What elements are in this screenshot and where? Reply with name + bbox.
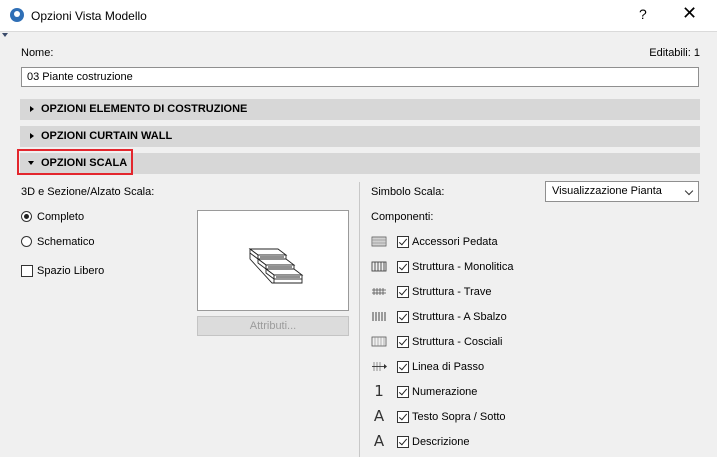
- component-label: Accessori Pedata: [412, 236, 498, 248]
- stair-symbol-label: Simbolo Scala:: [371, 186, 445, 198]
- component-row: Struttura - Monolitica: [371, 260, 701, 274]
- collapse-arrow-icon: [2, 33, 8, 37]
- checkbox[interactable]: [397, 436, 409, 448]
- checkbox[interactable]: [397, 336, 409, 348]
- radio-button[interactable]: [21, 236, 32, 247]
- editable-count: Editabili: 1: [649, 47, 700, 59]
- name-input[interactable]: 03 Piante costruzione: [21, 67, 699, 87]
- chevron-down-icon: [684, 186, 694, 196]
- column-divider: [359, 182, 360, 457]
- close-button[interactable]: ✕: [682, 3, 697, 24]
- radio-completo[interactable]: Completo: [21, 211, 91, 225]
- component-row: Linea di Passo: [371, 360, 701, 374]
- monolithic-structure-icon: [371, 261, 387, 272]
- component-row: Struttura - Trave: [371, 285, 701, 299]
- components-label: Componenti:: [371, 211, 434, 223]
- checkbox[interactable]: [397, 361, 409, 373]
- up-down-text-icon: A: [373, 407, 385, 425]
- stringer-structure-icon: [371, 336, 387, 347]
- expand-arrow-icon: [30, 133, 34, 139]
- section-curtain-wall-options[interactable]: OPZIONI CURTAIN WALL: [20, 126, 700, 147]
- component-label: Struttura - Cosciali: [412, 336, 503, 348]
- stair-preview-icon: [248, 248, 304, 284]
- stair-view-label: 3D e Sezione/Alzato Scala:: [21, 186, 155, 198]
- free-space-checkbox[interactable]: Spazio Libero: [21, 265, 111, 279]
- component-label: Descrizione: [412, 436, 470, 448]
- dropdown-value: Visualizzazione Pianta: [552, 185, 662, 197]
- walking-line-icon: [372, 362, 387, 371]
- component-label: Numerazione: [412, 386, 478, 398]
- numbering-icon: 1: [374, 382, 384, 400]
- section-label: OPZIONI ELEMENTO DI COSTRUZIONE: [41, 103, 248, 115]
- attributes-button[interactable]: Attributi...: [197, 316, 349, 336]
- radio-label: Completo: [37, 211, 85, 223]
- stair-symbol-dropdown[interactable]: Visualizzazione Pianta: [545, 181, 699, 202]
- name-label: Nome:: [21, 47, 54, 59]
- checkbox[interactable]: [397, 386, 409, 398]
- checkbox[interactable]: [397, 411, 409, 423]
- beam-structure-icon: [372, 288, 386, 295]
- component-row: 1 Numerazione: [371, 382, 701, 400]
- component-label: Struttura - Trave: [412, 286, 492, 298]
- checkbox[interactable]: [397, 261, 409, 273]
- checkbox-label: Spazio Libero: [37, 265, 105, 277]
- component-row: Accessori Pedata: [371, 235, 701, 249]
- description-icon: A: [373, 432, 385, 450]
- radio-schematico[interactable]: Schematico: [21, 236, 101, 250]
- tread-accessories-icon: [371, 236, 387, 247]
- checkbox[interactable]: [397, 311, 409, 323]
- checkbox[interactable]: [397, 236, 409, 248]
- section-label: OPZIONI CURTAIN WALL: [41, 130, 173, 142]
- component-label: Testo Sopra / Sotto: [412, 411, 506, 423]
- component-label: Struttura - A Sbalzo: [412, 311, 507, 323]
- checkbox[interactable]: [21, 265, 33, 277]
- radio-label: Schematico: [37, 236, 95, 248]
- component-label: Linea di Passo: [412, 361, 485, 373]
- expand-arrow-icon: [30, 106, 34, 112]
- highlight-box: [17, 149, 133, 175]
- window-title: Opzioni Vista Modello: [31, 9, 147, 23]
- component-label: Struttura - Monolitica: [412, 261, 514, 273]
- radio-button[interactable]: [21, 211, 32, 222]
- stair-preview: [197, 210, 349, 311]
- component-row: A Descrizione: [371, 432, 701, 450]
- cantilever-structure-icon: [372, 312, 386, 321]
- component-row: Struttura - Cosciali: [371, 335, 701, 349]
- checkbox[interactable]: [397, 286, 409, 298]
- archicad-app-icon: [10, 8, 24, 22]
- section-building-element-options[interactable]: OPZIONI ELEMENTO DI COSTRUZIONE: [20, 99, 700, 120]
- component-row: A Testo Sopra / Sotto: [371, 407, 701, 425]
- component-row: Struttura - A Sbalzo: [371, 310, 701, 324]
- help-button[interactable]: ?: [639, 6, 647, 22]
